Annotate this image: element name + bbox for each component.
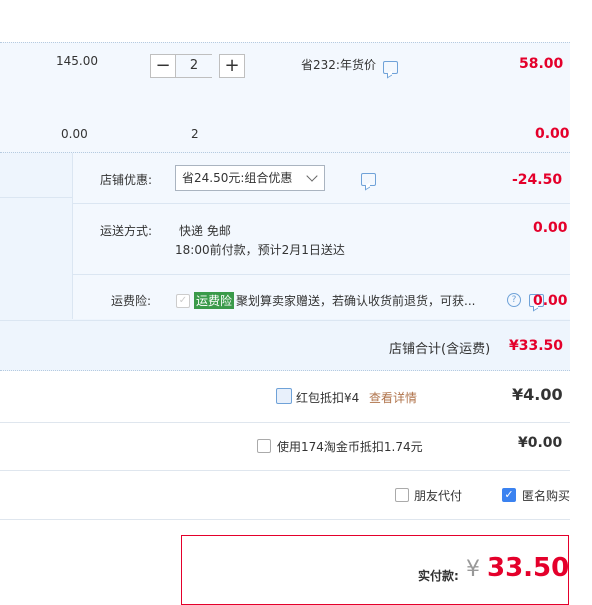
red-packet-checkbox[interactable] [276,388,292,404]
currency-symbol: ¥ [466,557,480,582]
promo-text: 省232:年货价 [301,58,376,72]
anonymous-checkbox[interactable]: ✓ [502,488,516,502]
insurance-label: 运费险: [111,294,152,308]
help-icon[interactable]: ? [507,293,521,307]
shipping-note: 18:00前付款，预计2月1日送达 [175,243,345,257]
chevron-down-icon [306,170,318,182]
red-packet-details-link[interactable]: 查看详情 [369,389,417,406]
decrease-quantity-button[interactable]: − [150,54,176,78]
red-packet-label: 红包抵扣¥4 [296,391,360,405]
insurance-tag: 运费险 [194,292,235,309]
coins-value: ¥0.00 [518,435,563,451]
discount-select-value: 省24.50元:组合优惠 [182,171,293,185]
discount-select[interactable]: 省24.50元:组合优惠 [175,165,325,191]
insurance-value: 0.00 [533,293,568,309]
friend-pay-checkbox[interactable] [395,488,409,502]
coins-checkbox[interactable] [257,439,271,453]
unit-price: 145.00 [56,54,98,68]
shop-left-column [0,153,73,319]
message-icon[interactable] [383,61,398,74]
quantity-input[interactable]: 2 [176,54,212,78]
divider [0,519,570,520]
message-icon[interactable] [360,173,376,186]
insurance-description: 聚划算卖家赠送，若确认收货前退货，可获... [236,294,476,308]
increase-quantity-button[interactable]: + [219,54,245,78]
shipping-row [73,204,570,275]
discount-label: 店铺优惠: [100,173,153,187]
quantity-value: 2 [191,127,199,141]
item-subtotal: 0.00 [535,126,570,142]
shipping-method: 快递 免邮 [179,224,231,238]
insurance-checkbox[interactable]: ✓ [176,294,190,308]
divider [0,197,72,198]
discount-value: -24.50 [512,172,563,188]
divider [0,470,570,471]
actual-payment-label: 实付款: [418,569,459,583]
item-subtotal: 58.00 [519,56,564,72]
shipping-value: 0.00 [533,220,568,236]
shipping-label: 运送方式: [100,224,153,238]
shop-total-label: 店铺合计(含运费) [389,342,491,357]
divider [0,422,570,423]
friend-pay-label: 朋友代付 [414,489,463,503]
anonymous-label: 匿名购买 [522,489,571,503]
divider [0,370,570,371]
divider [0,42,570,43]
red-packet-value: ¥4.00 [512,385,563,404]
unit-price: 0.00 [61,127,88,141]
coins-label: 使用174淘金币抵扣1.74元 [277,440,423,454]
shop-total-value: ¥33.50 [509,338,564,354]
actual-payment-value: 33.50 [487,553,570,583]
